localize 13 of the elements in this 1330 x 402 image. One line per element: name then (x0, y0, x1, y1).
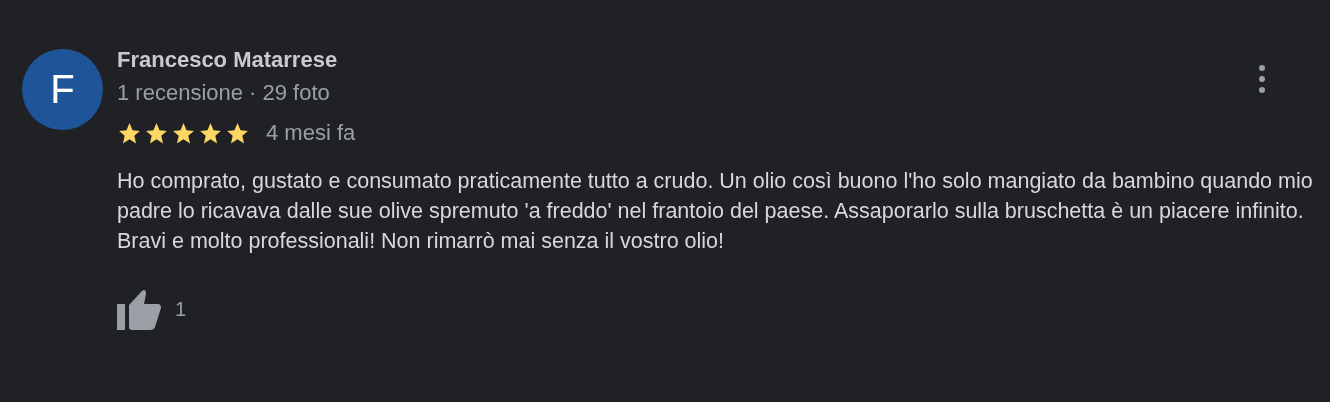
review-text: Ho comprato, gustato e consumato praticamente tutto a crudo. Un olio così buono l'ho solo mangiato da bambino quando mio padre lo ricavava dalle sue olive spremuto 'a freddo' nel frantoio del paese. Assaporarlo sulla bruschetta è un piacere infinito. Bravi e molto professionali! Non rimarrò mai senza il vostro olio! (117, 168, 1314, 255)
star-icon (144, 120, 169, 146)
author-name[interactable]: Francesco Matarrese (117, 46, 1322, 74)
avatar[interactable]: F (22, 49, 103, 130)
star-icon (225, 120, 250, 146)
like-count: 1 (175, 297, 187, 321)
thumbs-up-icon[interactable] (117, 288, 163, 330)
review-time: 4 mesi fa (266, 120, 356, 146)
star-icon (198, 120, 223, 146)
star-icon (171, 120, 196, 146)
author-meta: 1 recensione · 29 foto (117, 79, 331, 107)
star-icon (117, 120, 142, 146)
more-options-icon[interactable] (1256, 64, 1268, 94)
